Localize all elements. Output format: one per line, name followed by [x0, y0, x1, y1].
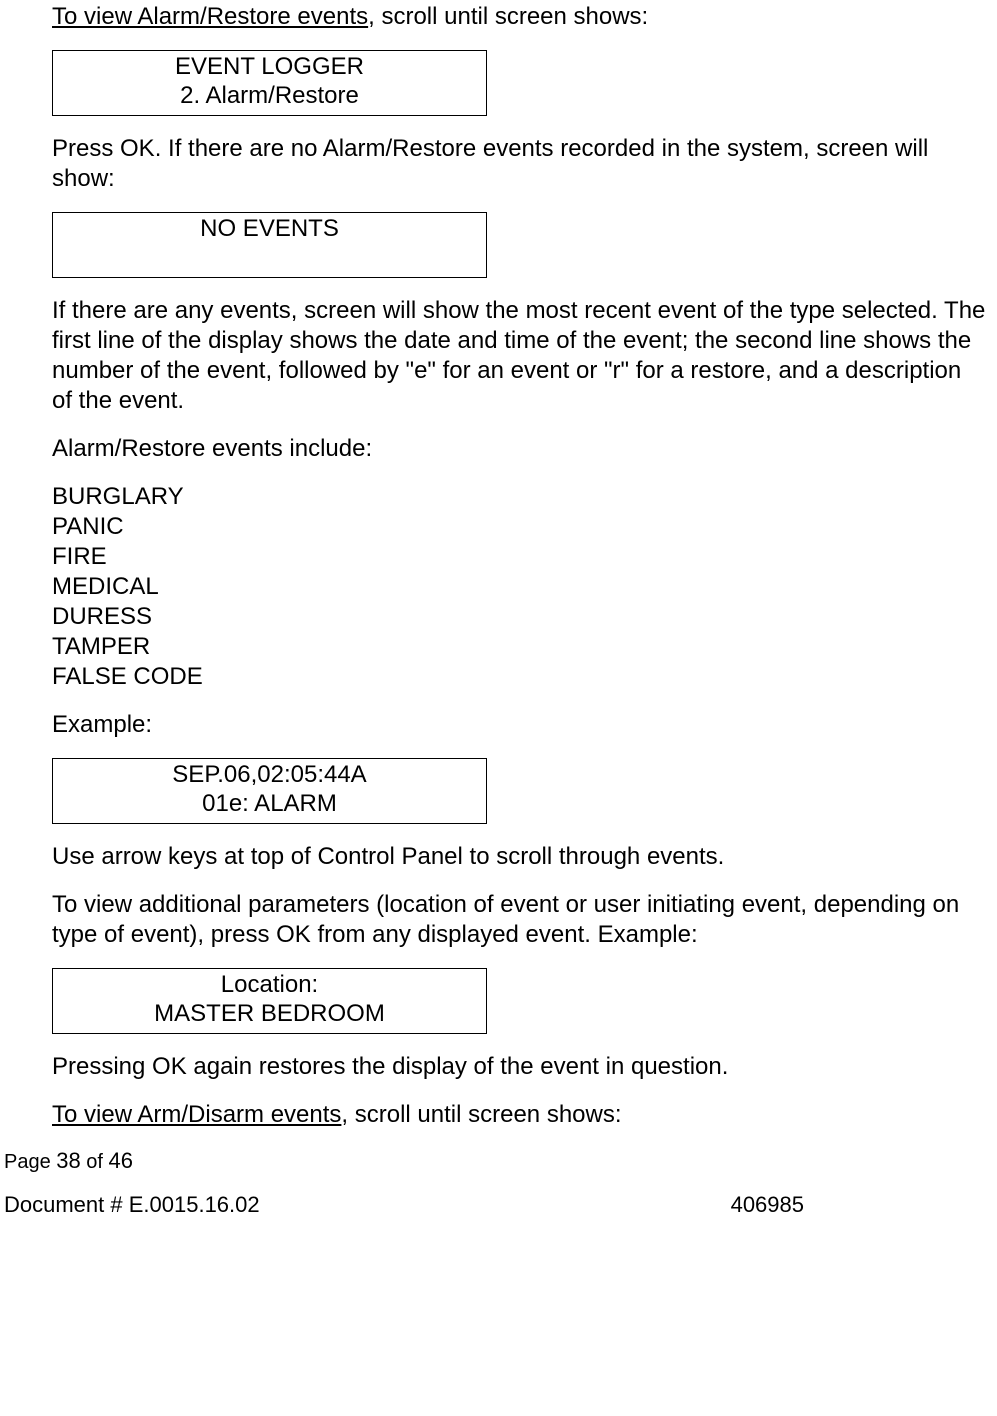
- screen-line: NO EVENTS: [53, 215, 486, 244]
- intro-paragraph: To view Alarm/Restore events, scroll unt…: [52, 2, 987, 32]
- paragraph-additional-params: To view additional parameters (location …: [52, 890, 987, 950]
- event-type: FIRE: [52, 542, 987, 572]
- screen-event-logger: EVENT LOGGER 2. Alarm/Restore: [52, 50, 487, 116]
- event-type: DURESS: [52, 602, 987, 632]
- event-type: TAMPER: [52, 632, 987, 662]
- footer-page-word: Page: [4, 1151, 56, 1173]
- footer-doc-left: Document # E.0015.16.02: [4, 1192, 260, 1218]
- screen-location: Location: MASTER BEDROOM: [52, 968, 487, 1034]
- event-type: MEDICAL: [52, 572, 987, 602]
- screen-line: SEP.06,02:05:44A: [53, 761, 486, 790]
- footer-page-total: 46: [109, 1148, 133, 1173]
- event-type: FALSE CODE: [52, 662, 987, 692]
- screen-line: MASTER BEDROOM: [53, 1000, 486, 1029]
- event-types-list: BURGLARY PANIC FIRE MEDICAL DURESS TAMPE…: [52, 482, 987, 692]
- intro-rest: , scroll until screen shows:: [368, 3, 648, 30]
- footer-doc-line: Document # E.0015.16.02 406985: [4, 1192, 804, 1218]
- screen-no-events: NO EVENTS: [52, 212, 487, 278]
- page-footer: Page 38 of 46 Document # E.0015.16.02 40…: [0, 1148, 997, 1218]
- screen-line: 01e: ALARM: [53, 790, 486, 819]
- footer-page-num: 38: [56, 1148, 80, 1173]
- paragraph-arrow-keys: Use arrow keys at top of Control Panel t…: [52, 842, 987, 872]
- screen-line: Location:: [53, 971, 486, 1000]
- outro-paragraph: To view Arm/Disarm events, scroll until …: [52, 1100, 987, 1130]
- outro-underlined: To view Arm/Disarm events: [52, 1101, 341, 1128]
- event-type: BURGLARY: [52, 482, 987, 512]
- example-label: Example:: [52, 710, 987, 740]
- paragraph-events-include: Alarm/Restore events include:: [52, 434, 987, 464]
- paragraph-pressing-ok-again: Pressing OK again restores the display o…: [52, 1052, 987, 1082]
- screen-line: EVENT LOGGER: [53, 53, 486, 82]
- footer-right-num: 406985: [731, 1192, 804, 1218]
- screen-line: 2. Alarm/Restore: [53, 82, 486, 111]
- screen-example-event: SEP.06,02:05:44A 01e: ALARM: [52, 758, 487, 824]
- intro-underlined: To view Alarm/Restore events: [52, 3, 368, 30]
- footer-doc-num: E.0015.16.02: [129, 1192, 260, 1217]
- footer-of-word: of: [81, 1151, 109, 1173]
- footer-doc-label: Document #: [4, 1192, 129, 1217]
- event-type: PANIC: [52, 512, 987, 542]
- page: To view Alarm/Restore events, scroll unt…: [0, 2, 997, 1228]
- content-area: To view Alarm/Restore events, scroll unt…: [0, 2, 997, 1130]
- paragraph-press-ok: Press OK. If there are no Alarm/Restore …: [52, 134, 987, 194]
- paragraph-events-description: If there are any events, screen will sho…: [52, 296, 987, 416]
- footer-page-number: Page 38 of 46: [4, 1148, 987, 1174]
- outro-rest: , scroll until screen shows:: [341, 1101, 621, 1128]
